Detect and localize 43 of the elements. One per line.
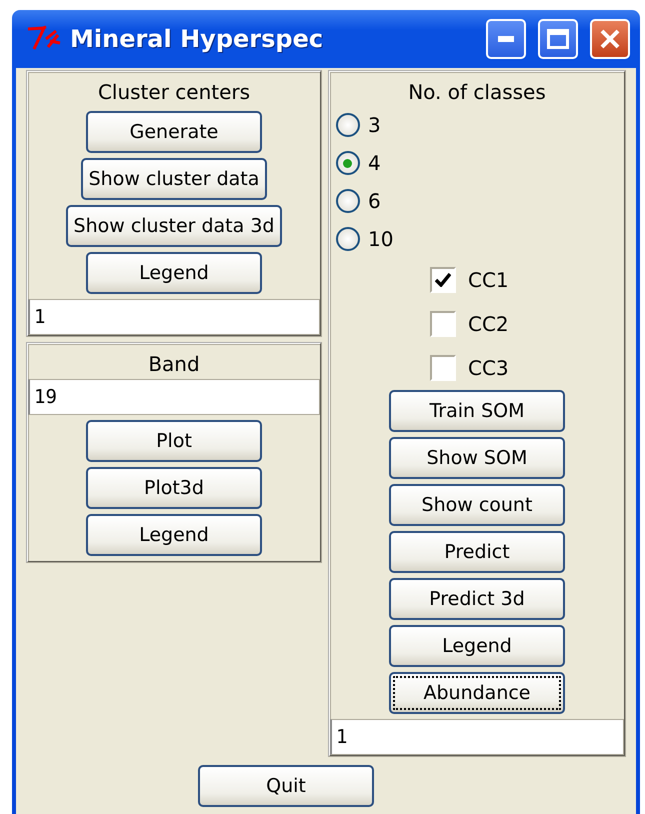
panel-title: Cluster centers xyxy=(98,79,250,106)
button[interactable]: Abundance xyxy=(388,672,565,714)
radio-button[interactable] xyxy=(336,151,360,175)
minimize-button[interactable] xyxy=(486,19,526,59)
maximize-button[interactable] xyxy=(538,19,578,59)
checkbox-label: CC1 xyxy=(468,268,509,292)
minimize-icon xyxy=(498,36,514,42)
close-icon xyxy=(599,28,621,50)
button[interactable]: Show count xyxy=(388,484,565,526)
button[interactable]: Legend xyxy=(388,625,565,667)
maximize-icon xyxy=(547,29,569,49)
checkbox[interactable] xyxy=(430,311,456,337)
button[interactable]: Plot3d xyxy=(86,467,262,509)
button[interactable]: Legend xyxy=(86,514,262,556)
radio-label: 6 xyxy=(368,189,381,213)
button[interactable]: Legend xyxy=(86,252,262,294)
button[interactable]: Show SOM xyxy=(388,437,565,479)
radio-label: 4 xyxy=(368,151,381,175)
checkbox[interactable] xyxy=(430,355,456,381)
checkbox-label: CC2 xyxy=(468,312,509,336)
button[interactable]: Generate xyxy=(86,111,262,153)
radio-button[interactable] xyxy=(336,113,360,137)
button[interactable]: Plot xyxy=(86,420,262,462)
radio-button[interactable] xyxy=(336,189,360,213)
check-icon xyxy=(434,273,451,287)
panel-title: No. of classes xyxy=(408,79,546,106)
checkbox-label: CC3 xyxy=(468,356,509,380)
button[interactable]: Train SOM xyxy=(388,390,565,432)
checkbox[interactable] xyxy=(430,267,456,293)
radio-label: 10 xyxy=(368,227,394,251)
button[interactable]: Predict 3d xyxy=(388,578,565,620)
button[interactable]: Show cluster data xyxy=(80,158,268,200)
input-field[interactable]: 19 xyxy=(28,379,320,415)
radio-label: 3 xyxy=(368,113,381,137)
window-title: Mineral Hyperspec xyxy=(70,25,324,53)
button[interactable]: Predict xyxy=(388,531,565,573)
input-field[interactable]: 1 xyxy=(330,719,624,755)
quit-button[interactable]: Quit xyxy=(198,765,374,807)
input-field[interactable]: 1 xyxy=(28,299,320,335)
button[interactable]: Show cluster data 3d xyxy=(66,205,282,247)
panel-title: Band xyxy=(148,351,200,378)
radio-button[interactable] xyxy=(336,227,360,251)
close-button[interactable] xyxy=(590,19,630,59)
